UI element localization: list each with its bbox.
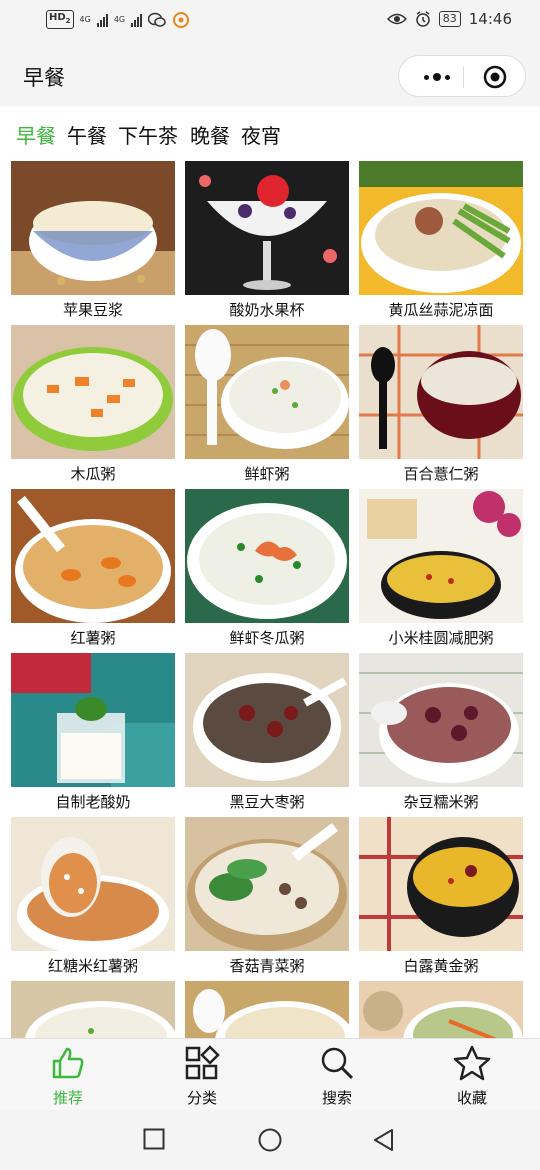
recipe-name: 百合薏仁粥 [403,465,479,483]
eye-icon [386,13,407,25]
recipe-name: 小米桂圆减肥粥 [388,629,494,647]
tabbar-label: 搜索 [321,1089,352,1107]
recipe-image [185,817,349,951]
recipe-grid: 苹果豆浆 酸奶水果杯 黄瓜丝蒜泥凉面 木瓜粥 鲜虾粥 百合薏仁粥 红薯粥 鲜虾冬… [0,161,540,1038]
recipe-card[interactable]: 鲜虾冬瓜粥 [185,489,349,653]
tab-dinner[interactable]: 晚餐 [190,120,230,149]
meal-tabs: 早餐 午餐 下午茶 晚餐 夜宵 [0,106,540,161]
signal-icon-2 [131,13,143,27]
recipe-card[interactable]: 百合薏仁粥 [359,325,523,489]
recipe-name: 黄瓜丝蒜泥凉面 [388,301,494,319]
recipe-image [11,325,175,459]
recipe-name: 酸奶水果杯 [229,301,305,319]
recipe-card[interactable]: 酸奶水果杯 [185,161,349,325]
signal-label-2: 4G [113,14,126,24]
recipe-name: 自制老酸奶 [55,793,131,811]
recipe-image [185,489,349,623]
recipe-image [185,981,349,1038]
back-button[interactable] [372,1128,396,1152]
close-miniprogram-button[interactable] [483,65,507,89]
recipe-card[interactable]: 小米桂圆减肥粥 [359,489,523,653]
tabbar-item-search[interactable]: 搜索 [297,1045,377,1108]
recipe-name: 香菇青菜粥 [229,957,305,975]
recipe-card[interactable]: 鲜虾粥 [185,325,349,489]
battery-indicator: 83 [438,11,461,27]
recipe-card[interactable]: 香菇青菜粥 [185,817,349,981]
recipe-name: 红薯粥 [70,629,116,647]
recipe-name: 木瓜粥 [70,465,116,483]
recipe-image [185,325,349,459]
navigation-bar: 早餐 [0,44,540,106]
recipe-card[interactable]: 白露黄金粥 [359,817,523,981]
recipe-name: 红糖米红薯粥 [47,957,138,975]
recipe-image [359,817,523,951]
tabbar-item-recommend[interactable]: 推荐 [28,1045,108,1108]
tabbar-label: 推荐 [52,1089,83,1107]
recipe-card[interactable] [359,981,523,1038]
recipe-image [11,489,175,623]
recipe-image [359,325,523,459]
recipe-card[interactable]: 黑豆大枣粥 [185,653,349,817]
signal-icon [96,13,108,27]
recipe-image [11,161,175,295]
alarm-icon [416,11,430,27]
tabbar-item-favorites[interactable]: 收藏 [432,1045,512,1108]
recipe-card[interactable]: 杂豆糯米粥 [359,653,523,817]
recipe-name: 杂豆糯米粥 [403,793,479,811]
recipe-card[interactable]: 红薯粥 [11,489,175,653]
clock: 14:46 [468,10,512,28]
recipe-image [359,161,523,295]
tab-breakfast[interactable]: 早餐 [16,120,56,149]
recipe-image [11,653,175,787]
tab-afternoon-tea[interactable]: 下午茶 [118,120,178,149]
recipe-image [11,817,175,951]
tab-lunch[interactable]: 午餐 [67,120,107,149]
recipe-card[interactable]: 苹果豆浆 [11,161,175,325]
recipe-name: 鲜虾粥 [244,465,290,483]
hd-badge: HD2 [46,10,74,29]
search-icon [321,1047,354,1080]
recipe-image [185,161,349,295]
status-bar: HD2 4G 4G 83 14:46 [0,0,540,44]
recipe-image [359,489,523,623]
recipe-card[interactable]: 自制老酸奶 [11,653,175,817]
recipe-name: 鲜虾冬瓜粥 [229,629,305,647]
thumbs-up-icon [52,1047,84,1079]
recipe-name: 苹果豆浆 [62,301,123,319]
star-icon [453,1045,491,1081]
more-menu-button[interactable] [417,67,457,87]
miniprogram-capsule [398,55,526,97]
tabbar-label: 收藏 [456,1089,487,1107]
bottom-tab-bar: 推荐 分类 搜索 收藏 [0,1038,540,1111]
recipe-image [11,981,175,1038]
home-button[interactable] [258,1128,282,1152]
recipe-card[interactable]: 红糖米红薯粥 [11,817,175,981]
recent-apps-button[interactable] [143,1128,165,1150]
system-navigation-bar [0,1110,540,1170]
page-title: 早餐 [23,66,65,90]
app-notification-icon [173,11,190,28]
tabbar-item-category[interactable]: 分类 [162,1045,242,1108]
recipe-card[interactable] [11,981,175,1038]
capsule-divider [463,66,464,88]
recipe-card[interactable]: 黄瓜丝蒜泥凉面 [359,161,523,325]
recipe-image [185,653,349,787]
recipe-image [359,653,523,787]
recipe-name: 白露黄金粥 [403,957,479,975]
signal-label: 4G [79,14,91,24]
recipe-card[interactable]: 木瓜粥 [11,325,175,489]
tabbar-label: 分类 [186,1089,217,1107]
recipe-name: 黑豆大枣粥 [229,793,305,811]
wechat-icon [148,12,166,27]
category-grid-icon [185,1045,220,1080]
recipe-card[interactable] [185,981,349,1038]
tab-late-night[interactable]: 夜宵 [241,120,281,149]
recipe-image [359,981,523,1038]
